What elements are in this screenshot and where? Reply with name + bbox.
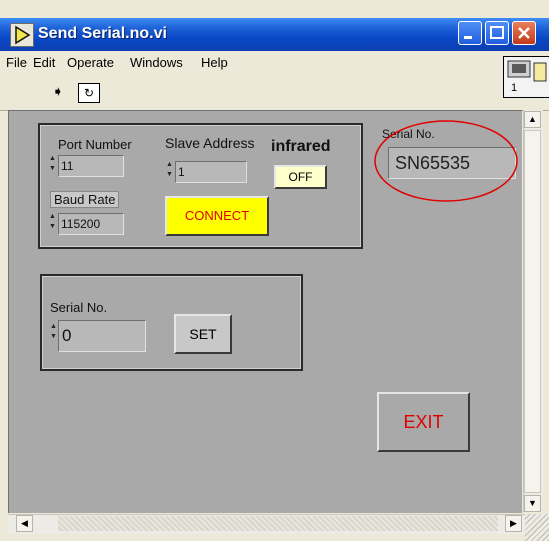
labview-window: Send Serial.no.vi File Edit Operate Wind…: [0, 0, 549, 541]
serial-set-label: Serial No.: [50, 300, 108, 315]
slave-address-spinner[interactable]: ▲ ▼: [166, 160, 174, 182]
run-arrow-icon[interactable]: ➧: [52, 83, 64, 100]
connect-button[interactable]: CONNECT: [165, 196, 269, 236]
baud-rate-field[interactable]: 115200: [58, 213, 124, 235]
red-annotation-ellipse: [374, 120, 518, 202]
port-number-field[interactable]: 11: [58, 155, 124, 177]
labview-run-icon: [10, 23, 34, 47]
port-number-spinner[interactable]: ▲ ▼: [49, 154, 57, 176]
menu-help[interactable]: Help: [201, 56, 228, 70]
baud-rate-label: Baud Rate: [50, 191, 120, 208]
port-number-label: Port Number: [58, 137, 132, 152]
slave-address-field[interactable]: 1: [175, 161, 247, 183]
scroll-up-icon[interactable]: ▲: [524, 111, 541, 128]
menu-file[interactable]: File: [6, 56, 27, 70]
vertical-scroll-thumb[interactable]: [524, 130, 541, 493]
window-title: Send Serial.no.vi: [38, 25, 167, 42]
maximize-button[interactable]: [485, 21, 509, 45]
menu-windows[interactable]: Windows: [130, 56, 183, 70]
set-button[interactable]: SET: [174, 314, 232, 354]
resize-grip-icon[interactable]: [525, 514, 549, 541]
menu-operate[interactable]: Operate: [67, 56, 114, 70]
serial-set-field[interactable]: 0: [58, 320, 146, 352]
run-continuously-icon[interactable]: ↻: [78, 83, 100, 103]
minimize-button[interactable]: [458, 21, 482, 45]
horizontal-scroll-thumb[interactable]: [58, 516, 498, 531]
close-button[interactable]: [512, 21, 536, 45]
scroll-down-icon[interactable]: ▼: [524, 495, 541, 512]
infrared-toggle-button[interactable]: OFF: [274, 165, 327, 189]
serial-set-spinner[interactable]: ▲ ▼: [50, 322, 58, 344]
slave-address-label: Slave Address: [165, 135, 255, 151]
vi-connector-icon: [503, 56, 549, 98]
infrared-label: infrared: [271, 138, 331, 155]
baud-rate-spinner[interactable]: ▲ ▼: [49, 212, 57, 234]
scroll-left-icon[interactable]: ◀: [16, 515, 33, 532]
vi-icon-number: 1: [511, 82, 518, 94]
scroll-right-icon[interactable]: ▶: [505, 515, 522, 532]
menu-edit[interactable]: Edit: [33, 56, 55, 70]
exit-button[interactable]: EXIT: [377, 392, 470, 452]
